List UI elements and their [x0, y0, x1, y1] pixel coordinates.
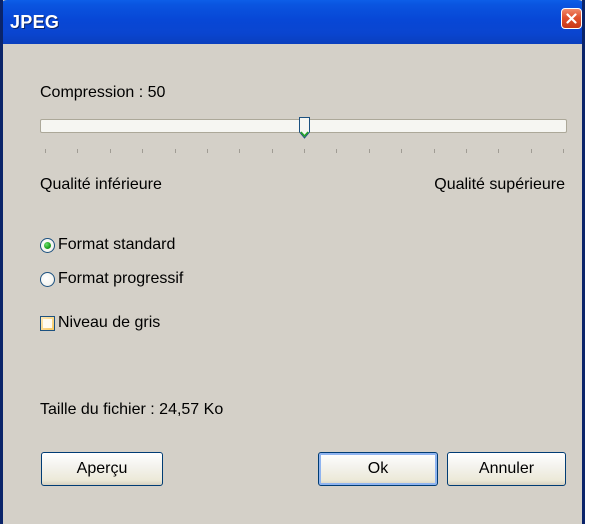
slider-tick	[401, 149, 403, 153]
slider-tick	[336, 149, 338, 153]
radio-selected-dot	[44, 242, 51, 249]
slider-tick	[271, 149, 273, 153]
preview-button[interactable]: Aperçu	[41, 452, 163, 486]
cancel-button[interactable]: Annuler	[447, 452, 566, 486]
slider-tick	[465, 149, 467, 153]
window-title: JPEG	[10, 12, 60, 32]
checkbox-inner	[43, 319, 52, 328]
slider-tick	[530, 149, 532, 153]
format-standard-label[interactable]: Format standard	[58, 236, 175, 254]
slider-tick	[206, 149, 208, 153]
close-icon	[566, 13, 577, 24]
grayscale-checkbox[interactable]	[40, 316, 55, 331]
slider-tick	[77, 149, 79, 153]
close-button[interactable]	[561, 8, 582, 29]
low-quality-label: Qualité inférieure	[40, 176, 162, 193]
slider-tick	[142, 149, 144, 153]
slider-tick	[109, 149, 111, 153]
grayscale-label[interactable]: Niveau de gris	[58, 314, 160, 332]
radio-standard[interactable]	[40, 238, 55, 253]
jpeg-dialog: JPEG Compression : 50 Qualité inférieure…	[0, 0, 585, 524]
file-size-label: Taille du fichier : 24,57 Ko	[40, 401, 224, 418]
slider-tick	[239, 149, 241, 153]
format-progressive-label[interactable]: Format progressif	[58, 270, 183, 288]
slider-tick	[433, 149, 435, 153]
ok-button[interactable]: Ok	[318, 452, 438, 486]
slider-tick	[498, 149, 500, 153]
slider-tick	[304, 149, 305, 153]
title-bar[interactable]: JPEG	[3, 0, 582, 44]
slider-thumb-icon[interactable]	[298, 117, 310, 139]
slider-tick	[45, 149, 46, 153]
high-quality-label: Qualité supérieure	[434, 176, 565, 193]
radio-progressive[interactable]	[40, 272, 55, 287]
slider-tick	[174, 149, 176, 153]
compression-label: Compression : 50	[40, 84, 166, 101]
slider-tick	[563, 149, 564, 153]
slider-tick	[368, 149, 370, 153]
